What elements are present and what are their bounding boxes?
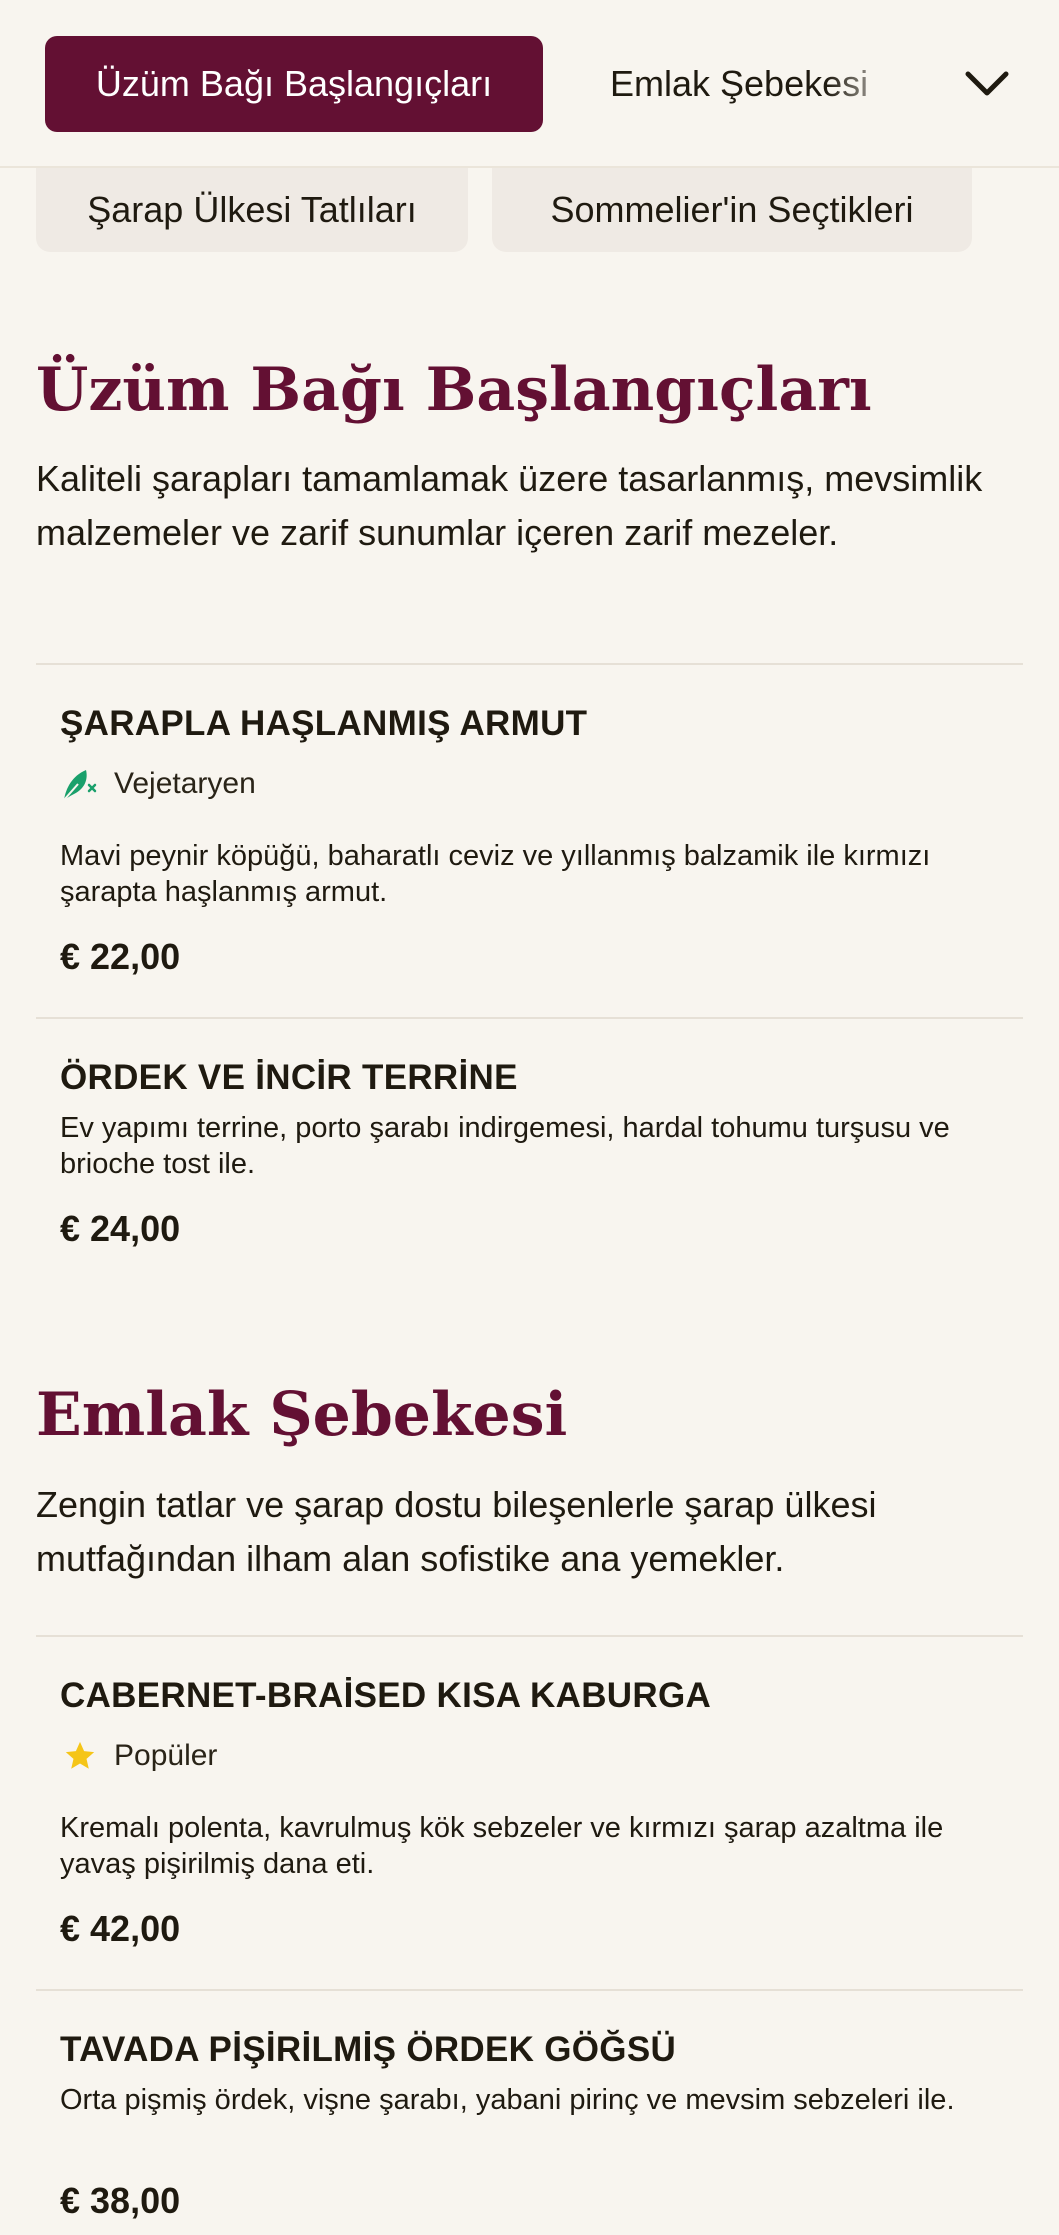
divider bbox=[36, 1635, 1023, 1637]
menu-item-name: CABERNET-BRAİSED KISA KABURGA bbox=[60, 1676, 712, 1715]
menu-item-description: Orta pişmiş ördek, vişne şarabı, yabani … bbox=[60, 2084, 955, 2116]
tag-label: Popüler bbox=[114, 1739, 218, 1772]
category-nav: Üzüm Bağı Başlangıçları Emlak Şebekesi bbox=[0, 0, 1059, 168]
vegetarian-leaf-icon bbox=[60, 764, 100, 804]
star-icon bbox=[60, 1736, 100, 1776]
menu-item-description: Mavi peynir köpüğü, baharatlı ceviz ve y… bbox=[60, 840, 931, 908]
section-title: Emlak Şebekesi bbox=[36, 1380, 568, 1450]
menu-item-name: ÖRDEK VE İNCİR TERRİNE bbox=[60, 1058, 518, 1097]
menu-item-name: ŞARAPLA HAŞLANMIŞ ARMUT bbox=[60, 704, 588, 743]
menu-item-price: € 24,00 bbox=[60, 1208, 181, 1249]
vegetarian-badge: Vejetaryen bbox=[60, 764, 256, 804]
divider bbox=[36, 663, 1023, 665]
section-description: Zengin tatlar ve şarap dostu bileşenlerl… bbox=[36, 1484, 877, 1579]
menu-item-description: Ev yapımı terrine, porto şarabı indirgem… bbox=[60, 1112, 950, 1180]
chevron-down-icon[interactable] bbox=[957, 58, 1017, 110]
section-description: Kaliteli şarapları tamamlamak üzere tasa… bbox=[36, 458, 983, 553]
section-title: Üzüm Bağı Başlangıçları bbox=[36, 355, 872, 425]
category-tab-active[interactable]: Üzüm Bağı Başlangıçları bbox=[45, 36, 543, 132]
menu-item-name: TAVADA PİŞİRİLMİŞ ÖRDEK GÖĞSÜ bbox=[60, 2030, 677, 2069]
popular-badge: Popüler bbox=[60, 1736, 217, 1776]
menu-item-description: Kremalı polenta, kavrulmuş kök sebzeler … bbox=[60, 1812, 944, 1880]
tag-label: Vejetaryen bbox=[114, 767, 256, 800]
menu-item-price: € 42,00 bbox=[60, 1908, 181, 1949]
menu-item-price: € 22,00 bbox=[60, 936, 181, 977]
menu-item-price: € 38,00 bbox=[60, 2180, 181, 2221]
category-tab-next[interactable]: Emlak Şebekesi bbox=[610, 36, 910, 132]
divider bbox=[36, 1017, 1023, 1019]
divider bbox=[36, 1989, 1023, 1991]
